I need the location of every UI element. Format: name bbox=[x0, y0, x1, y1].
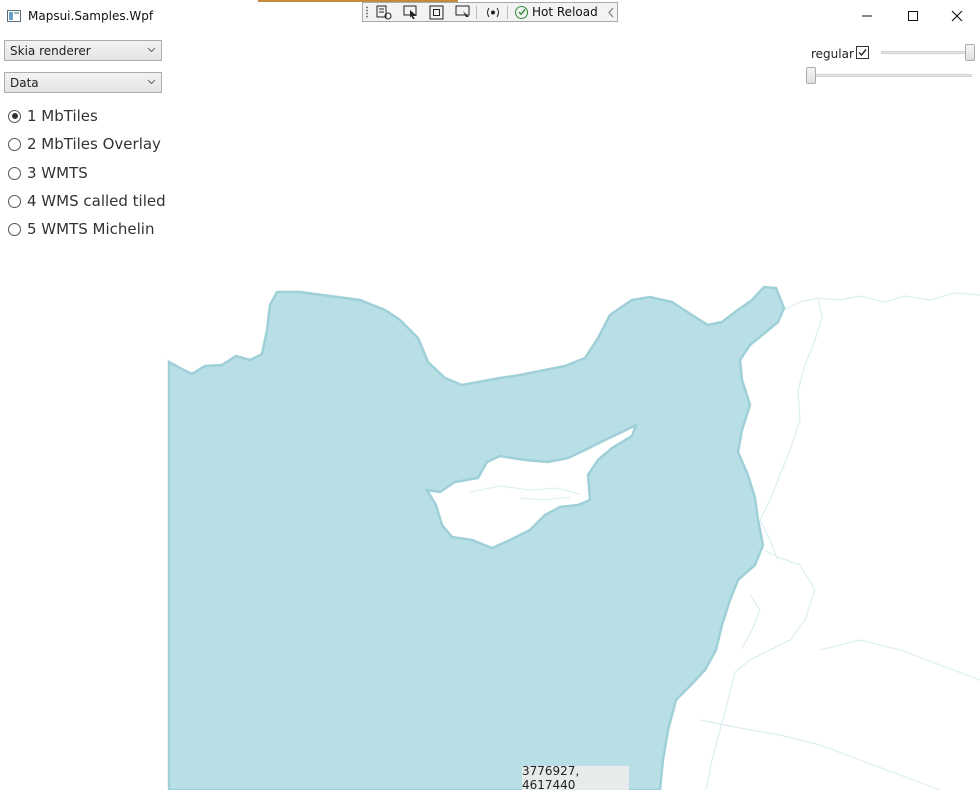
xaml-debug-toolbar[interactable]: Hot Reload bbox=[362, 2, 618, 22]
map-view[interactable] bbox=[0, 0, 980, 790]
radio-button[interactable] bbox=[8, 222, 21, 236]
track-focus-icon[interactable] bbox=[455, 5, 471, 20]
radio-button[interactable] bbox=[8, 137, 21, 151]
top-slider-thumb[interactable] bbox=[965, 44, 975, 61]
sample-label: 4 WMS called tiled bbox=[27, 192, 166, 210]
toolbar-separator bbox=[476, 6, 477, 19]
select-element-icon[interactable] bbox=[403, 5, 419, 20]
top-slider-track[interactable] bbox=[881, 51, 973, 54]
sample-radio-mbtiles-overlay[interactable]: 2 MbTiles Overlay bbox=[8, 134, 161, 154]
sample-label: 1 MbTiles bbox=[27, 107, 98, 125]
hot-reload-label: Hot Reload bbox=[532, 5, 598, 19]
maximize-button[interactable] bbox=[890, 2, 936, 30]
radio-button[interactable] bbox=[8, 194, 21, 208]
hot-reload-button[interactable]: Hot Reload bbox=[515, 3, 598, 21]
sample-label: 2 MbTiles Overlay bbox=[27, 135, 161, 153]
renderer-combobox[interactable]: Skia renderer bbox=[4, 40, 162, 61]
live-visual-tree-icon[interactable] bbox=[376, 5, 392, 20]
sample-radio-mbtiles[interactable]: 1 MbTiles bbox=[8, 106, 98, 126]
sample-radio-wmts[interactable]: 3 WMTS bbox=[8, 163, 88, 183]
sample-label: 5 WMTS Michelin bbox=[27, 220, 155, 238]
window-title: Mapsui.Samples.Wpf bbox=[28, 9, 154, 23]
chevron-down-icon bbox=[147, 47, 156, 53]
app-window-icon bbox=[7, 10, 21, 22]
hot-reload-check-icon bbox=[515, 5, 528, 19]
radio-button[interactable] bbox=[8, 166, 21, 180]
minimize-button[interactable] bbox=[844, 2, 890, 30]
chevron-down-icon bbox=[147, 79, 156, 85]
binding-failures-icon[interactable] bbox=[485, 5, 501, 20]
category-combobox-value: Data bbox=[10, 76, 39, 90]
renderer-combobox-value: Skia renderer bbox=[10, 44, 91, 58]
radio-button[interactable] bbox=[8, 109, 21, 123]
maximize-icon bbox=[908, 11, 918, 21]
close-icon bbox=[951, 10, 963, 22]
sample-radio-wms-tiled[interactable]: 4 WMS called tiled bbox=[8, 191, 166, 211]
checkmark-icon bbox=[858, 49, 867, 57]
close-button[interactable] bbox=[934, 2, 980, 30]
toolbar-separator bbox=[507, 6, 508, 19]
regular-label: regular bbox=[811, 47, 854, 61]
display-layout-adorners-icon[interactable] bbox=[429, 5, 445, 20]
collapse-chevron-icon[interactable] bbox=[603, 5, 619, 20]
toolbar-grip[interactable] bbox=[365, 6, 369, 19]
bottom-slider-thumb[interactable] bbox=[806, 67, 816, 84]
category-combobox[interactable]: Data bbox=[4, 72, 162, 93]
coordinates-readout: 3776927, 4617440 bbox=[522, 764, 629, 792]
bottom-slider-track[interactable] bbox=[807, 74, 972, 77]
regular-checkbox[interactable] bbox=[856, 46, 869, 59]
minimize-icon bbox=[862, 15, 872, 17]
sample-label: 3 WMTS bbox=[27, 164, 88, 182]
sample-radio-wmts-michelin[interactable]: 5 WMTS Michelin bbox=[8, 219, 154, 239]
